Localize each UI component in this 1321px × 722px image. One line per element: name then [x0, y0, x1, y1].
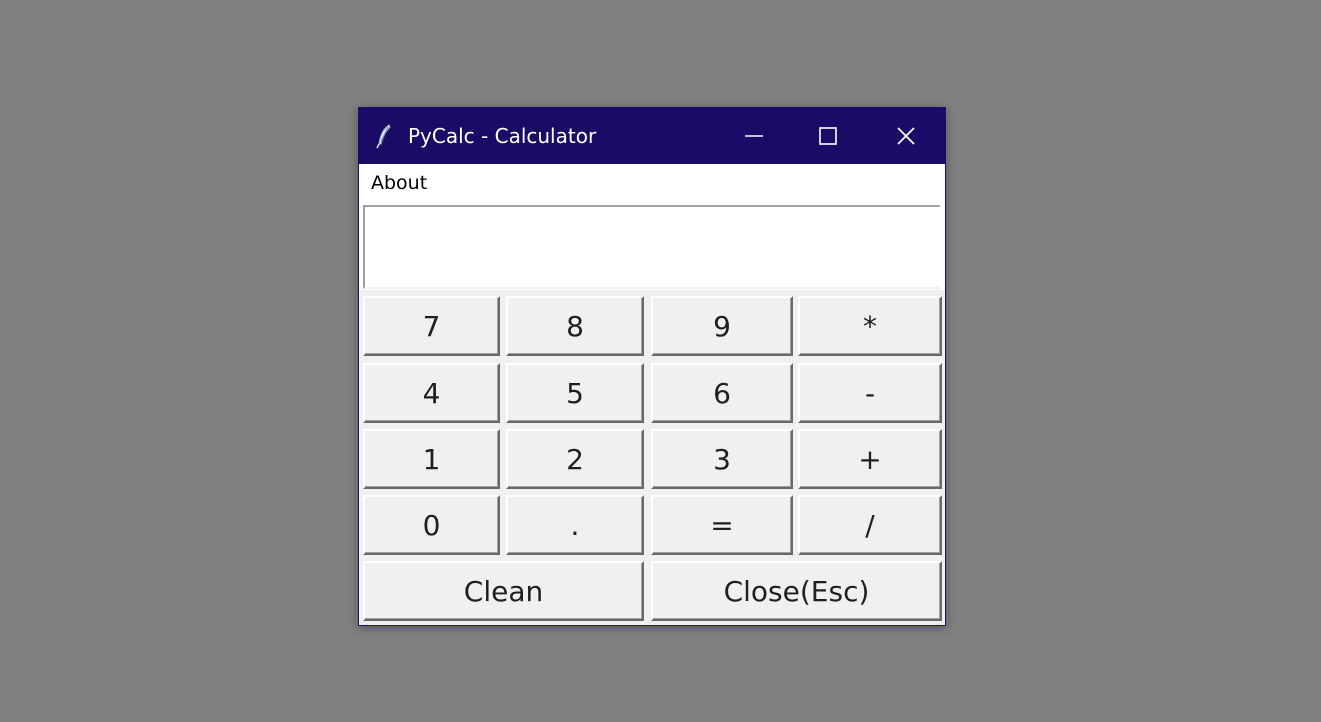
key-8[interactable]: 8 [506, 296, 644, 356]
key-5[interactable]: 5 [506, 363, 644, 423]
title-bar[interactable]: PyCalc - Calculator [359, 108, 945, 164]
key-4[interactable]: 4 [363, 363, 500, 423]
close-button[interactable]: Close(Esc) [651, 561, 942, 621]
window-title: PyCalc - Calculator [408, 124, 597, 148]
key-multiply[interactable]: * [798, 296, 942, 356]
key-6[interactable]: 6 [651, 363, 793, 423]
keypad: 7 8 9 * 4 5 6 - 1 2 3 + 0 . = / Clean Cl… [359, 290, 945, 625]
close-icon[interactable] [886, 116, 926, 156]
menu-bar: About [359, 164, 945, 200]
key-add[interactable]: + [798, 429, 942, 489]
feather-icon [373, 122, 395, 150]
key-divide[interactable]: / [798, 495, 942, 555]
key-1[interactable]: 1 [363, 429, 500, 489]
maximize-icon[interactable] [808, 116, 848, 156]
key-subtract[interactable]: - [798, 363, 942, 423]
key-3[interactable]: 3 [651, 429, 793, 489]
minimize-icon[interactable] [734, 116, 774, 156]
key-9[interactable]: 9 [651, 296, 793, 356]
menu-about[interactable]: About [366, 171, 432, 195]
clean-button[interactable]: Clean [363, 561, 644, 621]
calculator-window: PyCalc - Calculator About 7 8 9 * 4 5 6 … [358, 107, 946, 626]
key-decimal[interactable]: . [506, 495, 644, 555]
key-7[interactable]: 7 [363, 296, 500, 356]
display-field[interactable] [363, 205, 941, 289]
key-equals[interactable]: = [651, 495, 793, 555]
key-2[interactable]: 2 [506, 429, 644, 489]
key-0[interactable]: 0 [363, 495, 500, 555]
